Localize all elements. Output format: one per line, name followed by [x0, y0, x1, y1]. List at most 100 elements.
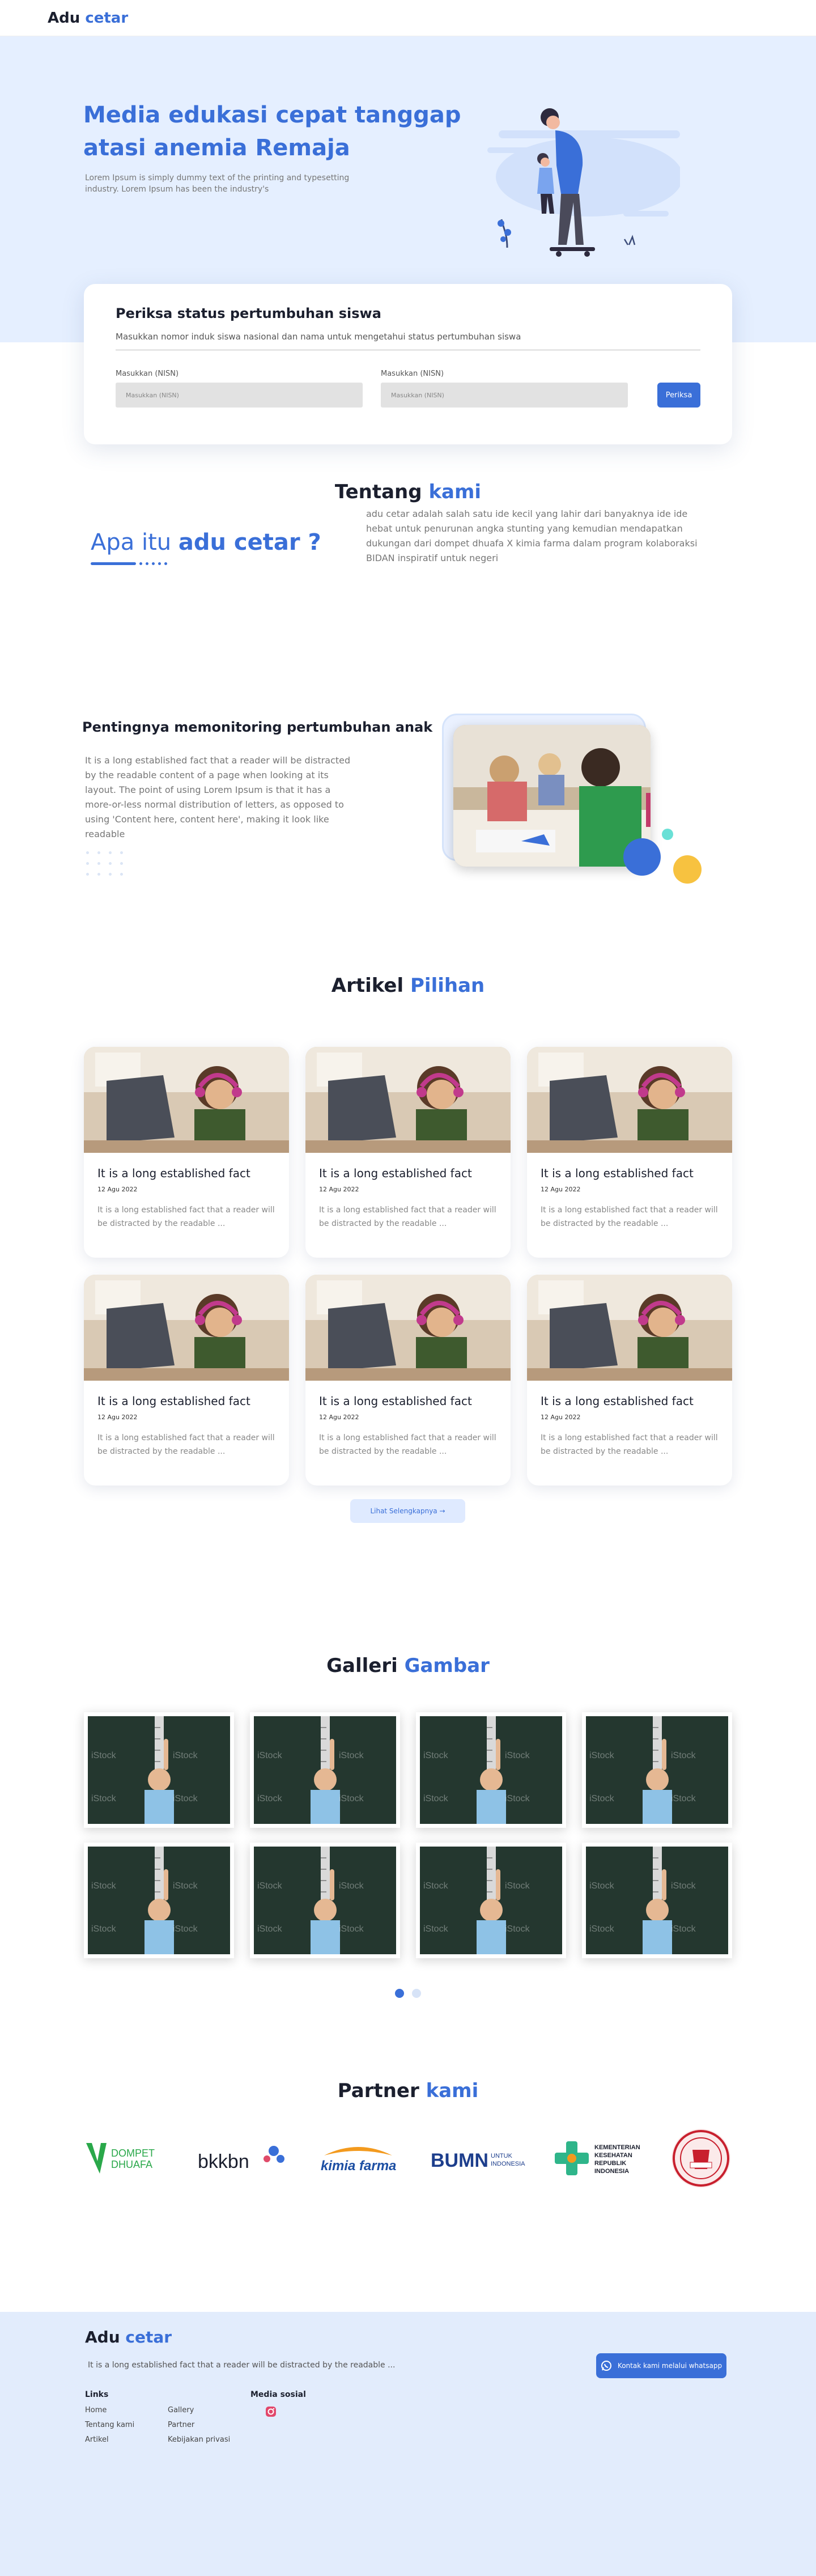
svg-text:iStock: iStock	[505, 1794, 530, 1803]
gallery-image: iStock iStock iStock iStock	[420, 1716, 562, 1824]
partner-logo-bumn[interactable]: BUMN UNTUK INDONESIA	[430, 2138, 526, 2178]
svg-text:iStock: iStock	[173, 1751, 198, 1760]
about-title-part2: kami	[428, 481, 482, 503]
gallery-title: Galleri Gambar	[0, 1654, 816, 1677]
nisn-input-2[interactable]	[381, 383, 628, 408]
svg-text:iStock: iStock	[589, 1794, 615, 1803]
partner-bumn-sub2: INDONESIA	[491, 2161, 525, 2167]
article-card[interactable]: It is a long established fact 12 Agu 2022…	[527, 1047, 732, 1258]
footer-link-privacy[interactable]: Kebijakan privasi	[168, 2435, 230, 2444]
gallery-image: iStock iStock iStock iStock	[88, 1716, 230, 1824]
gallery-item[interactable]: iStock iStock iStock iStock	[250, 1712, 400, 1828]
partner-bkkbn-text: bkkbn	[198, 2151, 249, 2172]
footer-brand-part1: Adu	[85, 2328, 120, 2346]
gallery-image: iStock iStock iStock iStock	[88, 1847, 230, 1954]
partners-title-part2: kami	[426, 2080, 479, 2102]
partner-bumn-text: BUMN	[431, 2150, 488, 2171]
monitoring-section: Pentingnya memonitoring pertumbuhan anak…	[0, 714, 816, 974]
whatsapp-icon	[601, 2361, 611, 2371]
partner-logo-bkkbn[interactable]: bkkbn	[196, 2138, 286, 2178]
svg-text:iStock: iStock	[339, 1751, 364, 1760]
nisn-input-1[interactable]	[116, 383, 363, 408]
check-button[interactable]: Periksa	[657, 383, 700, 408]
article-body: It is a long established fact 12 Agu 2022…	[84, 1381, 289, 1472]
article-excerpt: It is a long established fact that a rea…	[319, 1206, 496, 1228]
check-form-row: Masukkan (NISN) Masukkan (NISN) Periksa	[116, 370, 700, 408]
partner-logo-kimia-farma[interactable]: kimia farma	[313, 2138, 403, 2178]
svg-text:iStock: iStock	[257, 1881, 283, 1891]
svg-text:iStock: iStock	[339, 1881, 364, 1891]
gallery-item[interactable]: iStock iStock iStock iStock	[84, 1712, 234, 1828]
article-excerpt: It is a long established fact that a rea…	[319, 1433, 496, 1456]
partner-bumn-sub1: UNTUK	[491, 2153, 513, 2159]
article-card[interactable]: It is a long established fact 12 Agu 2022…	[84, 1047, 289, 1258]
svg-text:iStock: iStock	[423, 1881, 449, 1891]
footer-link-gallery[interactable]: Gallery	[168, 2406, 230, 2414]
article-image	[527, 1047, 732, 1153]
articles-title: Artikel Pilihan	[0, 974, 816, 997]
svg-text:iStock: iStock	[505, 1924, 530, 1934]
svg-text:iStock: iStock	[589, 1751, 615, 1760]
gallery-item[interactable]: iStock iStock iStock iStock	[582, 1712, 732, 1828]
gallery-image: iStock iStock iStock iStock	[254, 1847, 396, 1954]
article-title: It is a long established fact	[97, 1166, 250, 1180]
gallery-image: iStock iStock iStock iStock	[586, 1847, 728, 1954]
partner-logo-seal[interactable]	[670, 2127, 732, 2189]
articles-title-part2: Pilihan	[410, 974, 485, 997]
gallery-item[interactable]: iStock iStock iStock iStock	[84, 1843, 234, 1958]
partner-kk-line2: KESEHATAN	[594, 2152, 632, 2159]
pagination-dot[interactable]	[412, 1989, 421, 1998]
article-image	[84, 1275, 289, 1381]
article-image	[305, 1275, 511, 1381]
article-image	[527, 1275, 732, 1381]
footer: Adu cetar It is a long established fact …	[0, 2312, 816, 2576]
partner-kf-text: kimia farma	[321, 2158, 396, 2174]
gallery-item[interactable]: iStock iStock iStock iStock	[416, 1712, 566, 1828]
pagination-dot-active[interactable]	[395, 1989, 404, 1998]
nisn-field-group-2: Masukkan (NISN)	[381, 370, 628, 408]
articles-section: Artikel Pilihan It is a long established…	[0, 974, 816, 1654]
hero-section: Media edukasi cepat tanggap atasi anemia…	[0, 36, 816, 444]
article-date: 12 Agu 2022	[541, 1414, 581, 1421]
article-date: 12 Agu 2022	[541, 1186, 581, 1193]
svg-text:iStock: iStock	[505, 1881, 530, 1891]
footer-brand[interactable]: Adu cetar	[85, 2328, 172, 2346]
svg-text:iStock: iStock	[173, 1924, 198, 1934]
article-card[interactable]: It is a long established fact 12 Agu 2022…	[305, 1275, 511, 1486]
about-heading-part2: adu cetar ?	[178, 529, 321, 555]
article-card[interactable]: It is a long established fact 12 Agu 2022…	[305, 1047, 511, 1258]
brand-logo[interactable]: Adu cetar	[48, 10, 128, 27]
gallery-image: iStock iStock iStock iStock	[254, 1716, 396, 1824]
see-more-button[interactable]: Lihat Selengkapnya →	[350, 1499, 465, 1523]
whatsapp-contact-button[interactable]: Kontak kami melalui whatsapp	[596, 2353, 726, 2378]
svg-text:iStock: iStock	[91, 1881, 117, 1891]
gallery-item[interactable]: iStock iStock iStock iStock	[416, 1843, 566, 1958]
partners-title: Partner kami	[0, 2080, 816, 2102]
gallery-image: iStock iStock iStock iStock	[420, 1847, 562, 1954]
footer-link-articles[interactable]: Artikel	[85, 2435, 134, 2444]
footer-link-home[interactable]: Home	[85, 2406, 134, 2414]
svg-text:iStock: iStock	[423, 1924, 449, 1934]
gallery-section: Galleri Gambar iStock iStock iStock iStock i…	[0, 1654, 816, 2080]
instagram-icon[interactable]	[265, 2406, 277, 2417]
partner-logo-dompet-dhuafa[interactable]: DOMPET DHUAFA	[84, 2138, 169, 2178]
article-title: It is a long established fact	[319, 1394, 472, 1408]
svg-text:iStock: iStock	[423, 1751, 449, 1760]
gallery-item[interactable]: iStock iStock iStock iStock	[250, 1843, 400, 1958]
decor-circle-blue	[623, 838, 661, 876]
partner-logo-kemenkes[interactable]: KEMENTERIAN KESEHATAN REPUBLIK INDONESIA	[552, 2136, 643, 2181]
gallery-item[interactable]: iStock iStock iStock iStock	[582, 1843, 732, 1958]
footer-link-about[interactable]: Tentang kami	[85, 2421, 134, 2429]
footer-tagline: It is a long established fact that a rea…	[88, 2361, 396, 2370]
article-title: It is a long established fact	[97, 1394, 250, 1408]
footer-links-col1: Links Home Tentang kami Artikel	[85, 2390, 134, 2450]
footer-link-partner[interactable]: Partner	[168, 2421, 230, 2429]
hero-title-line2: atasi anemia Remaja	[83, 135, 350, 161]
partner-kk-line3: REPUBLIK	[594, 2160, 626, 2167]
check-card-description: Masukkan nomor induk siswa nasional dan …	[116, 332, 700, 350]
about-section: Tentang kami Apa itu adu cetar ? adu cet…	[0, 450, 816, 719]
article-title: It is a long established fact	[541, 1394, 694, 1408]
article-card[interactable]: It is a long established fact 12 Agu 2022…	[527, 1275, 732, 1486]
article-card[interactable]: It is a long established fact 12 Agu 2022…	[84, 1275, 289, 1486]
article-excerpt: It is a long established fact that a rea…	[541, 1433, 718, 1456]
